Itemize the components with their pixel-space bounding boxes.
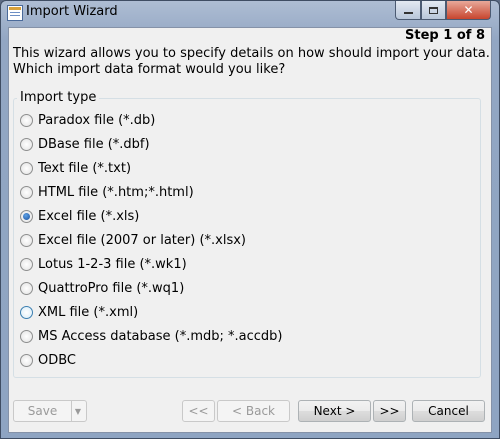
- option-excel-xlsx[interactable]: Excel file (2007 or later) (*.xlsx): [20, 233, 246, 248]
- option-label: Text file (*.txt): [38, 161, 132, 176]
- intro-line-2: Which import data format would you like?: [13, 62, 286, 77]
- title-bar[interactable]: Import Wizard ✕: [1, 1, 499, 27]
- cancel-button[interactable]: Cancel: [412, 400, 485, 422]
- save-split-button[interactable]: Save ▼: [13, 400, 87, 422]
- option-xml[interactable]: XML file (*.xml): [20, 305, 138, 320]
- radio-button[interactable]: [20, 282, 33, 295]
- option-html[interactable]: HTML file (*.htm;*.html): [20, 185, 194, 200]
- option-label: Paradox file (*.db): [38, 113, 156, 128]
- option-label: Lotus 1-2-3 file (*.wk1): [38, 257, 187, 272]
- radio-button[interactable]: [20, 114, 33, 127]
- option-text[interactable]: Text file (*.txt): [20, 161, 131, 176]
- option-quattropro[interactable]: QuattroPro file (*.wq1): [20, 281, 184, 296]
- maximize-icon: [429, 6, 438, 14]
- close-icon: ✕: [463, 3, 474, 17]
- option-label: DBase file (*.dbf): [38, 137, 150, 152]
- option-dbase[interactable]: DBase file (*.dbf): [20, 137, 150, 152]
- first-step-button[interactable]: <<: [182, 400, 215, 422]
- radio-button-selected[interactable]: [20, 210, 33, 223]
- radio-button[interactable]: [20, 138, 33, 151]
- option-ms-access[interactable]: MS Access database (*.mdb; *.accdb): [20, 329, 283, 344]
- option-lotus[interactable]: Lotus 1-2-3 file (*.wk1): [20, 257, 187, 272]
- step-indicator: Step 1 of 8: [405, 28, 485, 43]
- radio-button[interactable]: [20, 186, 33, 199]
- intro-text: This wizard allows you to specify detail…: [13, 46, 490, 78]
- back-button[interactable]: < Back: [217, 400, 290, 422]
- chevron-down-icon[interactable]: ▼: [70, 401, 86, 421]
- option-label: ODBC: [38, 353, 77, 368]
- last-step-button[interactable]: >>: [373, 400, 406, 422]
- close-button[interactable]: ✕: [446, 1, 491, 20]
- minimize-button[interactable]: [395, 1, 421, 20]
- wizard-footer: Save ▼ << < Back Next > >> Cancel: [9, 398, 491, 428]
- wizard-body: Step 1 of 8 This wizard allows you to sp…: [8, 27, 492, 433]
- intro-line-1: This wizard allows you to specify detail…: [13, 46, 490, 61]
- app-icon: [7, 5, 23, 21]
- radio-button[interactable]: [20, 330, 33, 343]
- option-label: Excel file (2007 or later) (*.xlsx): [38, 233, 246, 248]
- save-button[interactable]: Save: [14, 401, 72, 421]
- option-excel-xls[interactable]: Excel file (*.xls): [20, 209, 139, 224]
- maximize-button[interactable]: [421, 1, 446, 20]
- option-label: QuattroPro file (*.wq1): [38, 281, 185, 296]
- option-label: MS Access database (*.mdb; *.accdb): [38, 329, 283, 344]
- option-label: XML file (*.xml): [38, 305, 139, 320]
- import-wizard-window: Import Wizard ✕ Step 1 of 8 This wizard …: [0, 0, 500, 439]
- radio-button[interactable]: [20, 234, 33, 247]
- option-odbc[interactable]: ODBC: [20, 353, 76, 368]
- import-type-group: Import type Paradox file (*.db) DBase fi…: [13, 90, 481, 378]
- radio-button[interactable]: [20, 258, 33, 271]
- next-button[interactable]: Next >: [298, 400, 371, 422]
- import-type-legend: Import type: [17, 90, 100, 105]
- option-paradox[interactable]: Paradox file (*.db): [20, 113, 155, 128]
- window-title: Import Wizard: [26, 4, 118, 19]
- radio-button[interactable]: [20, 162, 33, 175]
- option-label: HTML file (*.htm;*.html): [38, 185, 194, 200]
- option-label: Excel file (*.xls): [38, 209, 140, 224]
- minimize-icon: [403, 12, 413, 14]
- radio-button[interactable]: [20, 354, 33, 367]
- radio-button[interactable]: [20, 306, 33, 319]
